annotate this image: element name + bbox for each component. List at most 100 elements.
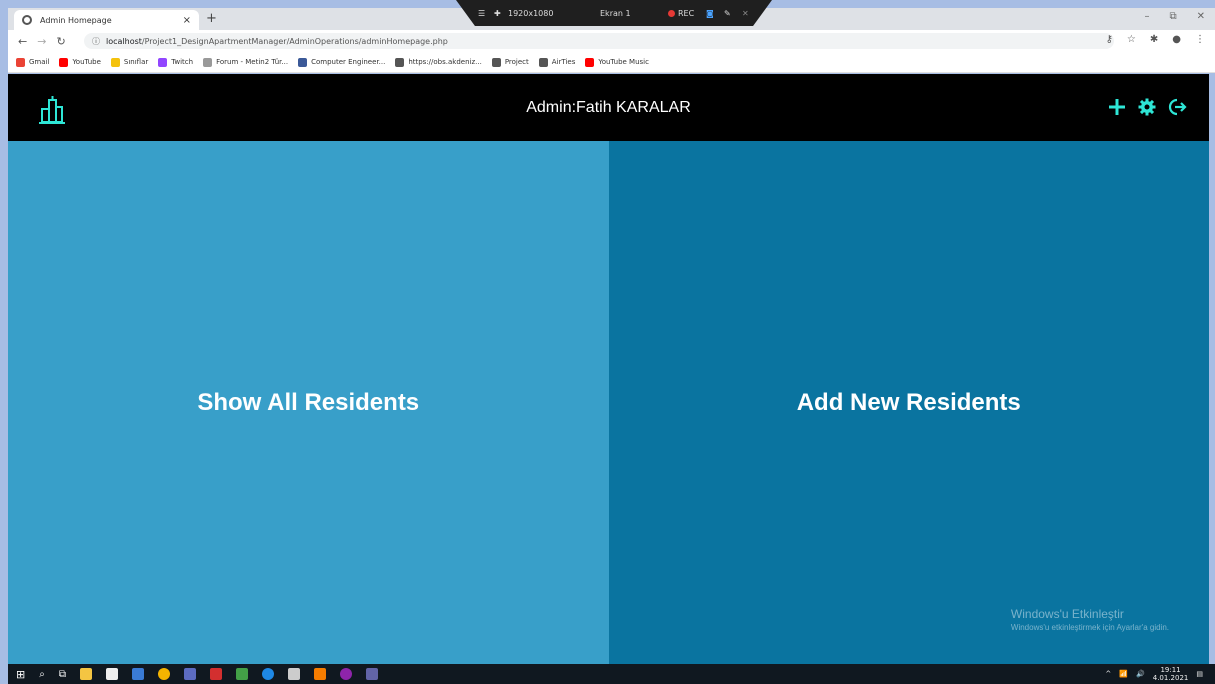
show-all-residents-label: Show All Residents	[197, 388, 420, 416]
close-window-button[interactable]: ✕	[1197, 11, 1205, 22]
pen-icon[interactable]: ✎	[724, 9, 731, 18]
watermark-subtitle: Windows'u etkinleştirmek için Ayarlar'a …	[1010, 623, 1169, 632]
bookmark-item[interactable]: AirTies	[538, 57, 576, 67]
bookmark-label: YouTube	[72, 58, 101, 66]
more-menu-icon[interactable]: ⋮	[1195, 34, 1205, 45]
bookmark-label: AirTies	[551, 58, 576, 66]
app-icon-4[interactable]	[261, 668, 274, 680]
camera-icon[interactable]: ◙	[706, 9, 714, 18]
globe-icon	[22, 15, 32, 25]
bookmark-label: Computer Engineer...	[311, 58, 386, 66]
gear-icon[interactable]	[1137, 97, 1157, 117]
windows-start-icon[interactable]: ⊞	[16, 668, 25, 681]
app-icon-3[interactable]	[235, 668, 248, 680]
address-bar: ← → ↻ ⓘ localhost/Project1_DesignApartme…	[8, 30, 1215, 52]
bookmark-item[interactable]: https://obs.akdeniz...	[395, 57, 482, 67]
windows-taskbar: ⊞ ⌕ ⧉ ^ 📶 🔊 19:11 4.01.2021 ▤	[8, 664, 1215, 684]
volume-icon[interactable]: 🔊	[1136, 670, 1145, 678]
bookmark-label: Forum - Metin2 Tür...	[216, 58, 289, 66]
bookmark-favicon-icon	[158, 57, 168, 67]
recorder-screen: Ekran 1	[600, 8, 631, 18]
logout-icon[interactable]	[1167, 97, 1187, 117]
admin-title: Admin:Fatih KARALAR	[526, 99, 691, 116]
pin-icon[interactable]: ✚	[494, 9, 501, 18]
reload-icon[interactable]: ↻	[56, 35, 65, 48]
tab-title: Admin Homepage	[40, 15, 112, 25]
close-icon[interactable]: ✕	[742, 9, 749, 18]
app-icon-5[interactable]	[287, 668, 300, 680]
app-header: Admin:Fatih KARALAR	[8, 74, 1209, 141]
url-input[interactable]: ⓘ localhost/Project1_DesignApartmentMana…	[84, 33, 1114, 49]
bookmark-favicon-icon	[59, 57, 69, 67]
header-actions	[1107, 97, 1187, 117]
key-icon[interactable]: ⚷	[1106, 34, 1113, 45]
system-tray: ^ 📶 🔊 19:11 4.01.2021 ▤	[1105, 666, 1203, 682]
recorder-toolbar: ☰ ✚ 1920x1080 Ekran 1 REC ◙ ✎ ✕	[456, 0, 772, 26]
bookmark-label: Sınıflar	[123, 58, 149, 66]
url-host: localhost	[106, 36, 142, 46]
record-icon	[668, 9, 675, 17]
chrome-icon[interactable]	[157, 668, 170, 680]
forward-arrow-icon[interactable]: →	[37, 35, 46, 48]
bookmark-label: YouTube Music	[598, 58, 649, 66]
back-arrow-icon[interactable]: ←	[18, 35, 27, 48]
chevron-up-icon[interactable]: ^	[1105, 670, 1111, 678]
bookmark-item[interactable]: Twitch	[158, 57, 194, 67]
close-tab-button[interactable]: ×	[183, 15, 191, 26]
show-all-residents-button[interactable]: Show All Residents	[8, 141, 609, 664]
new-tab-button[interactable]: +	[206, 11, 217, 26]
clock[interactable]: 19:11 4.01.2021	[1153, 666, 1189, 682]
bookmark-item[interactable]: Sınıflar	[110, 57, 149, 67]
bookmark-favicon-icon	[585, 57, 595, 67]
watermark-title: Windows'u Etkinleştir	[1010, 607, 1124, 621]
plus-icon[interactable]	[1107, 97, 1127, 117]
minimize-button[interactable]: –	[1144, 11, 1149, 22]
url-path: /Project1_DesignApartmentManager/AdminOp…	[141, 36, 448, 46]
app-icon[interactable]	[183, 668, 196, 680]
menu-icon[interactable]: ☰	[478, 9, 485, 18]
bookmark-label: Twitch	[171, 58, 194, 66]
clock-time: 19:11	[1160, 666, 1181, 674]
network-icon[interactable]: 📶	[1119, 670, 1128, 678]
bookmark-label: Gmail	[29, 58, 50, 66]
browser-tab[interactable]: Admin Homepage ×	[14, 10, 199, 30]
app-icon-7[interactable]	[339, 668, 352, 680]
bookmark-label: https://obs.akdeniz...	[408, 58, 482, 66]
bookmark-favicon-icon	[298, 57, 308, 67]
bookmark-item[interactable]: Gmail	[16, 57, 50, 67]
restore-button[interactable]: ⧉	[1169, 11, 1176, 22]
avatar[interactable]: ●	[1172, 34, 1181, 45]
teams-icon[interactable]	[365, 668, 378, 680]
record-button[interactable]: REC	[668, 9, 694, 18]
bookmark-item[interactable]: Forum - Metin2 Tür...	[203, 57, 289, 67]
taskbar-apps: ⊞ ⌕ ⧉	[8, 668, 378, 681]
bookmark-item[interactable]: Computer Engineer...	[298, 57, 386, 67]
app-container: Admin:Fatih KARALAR Show All Residents A…	[8, 74, 1209, 664]
main-panels: Show All Residents Add New Residents Win…	[8, 141, 1209, 664]
app-icon-6[interactable]	[313, 668, 326, 680]
mail-icon[interactable]	[131, 668, 144, 680]
bookmark-item[interactable]: YouTube Music	[585, 57, 649, 67]
file-explorer-icon[interactable]	[79, 668, 92, 680]
star-icon[interactable]: ☆	[1127, 34, 1136, 45]
bookmark-item[interactable]: Project	[491, 57, 529, 67]
search-icon[interactable]: ⌕	[39, 669, 45, 680]
windows-activation-watermark: Windows'u Etkinleştir Windows'u etkinleş…	[1011, 607, 1169, 632]
recorder-resolution: 1920x1080	[508, 8, 554, 18]
add-new-residents-label: Add New Residents	[796, 388, 1021, 416]
clock-date: 4.01.2021	[1152, 674, 1189, 682]
bookmark-favicon-icon	[16, 57, 25, 67]
info-icon: ⓘ	[92, 36, 100, 46]
bookmark-favicon-icon	[203, 57, 213, 67]
store-icon[interactable]	[105, 668, 118, 680]
extensions-icon[interactable]: ✱	[1150, 34, 1158, 45]
address-bar-actions: ⚷ ☆ ✱ ● ⋮	[1106, 34, 1205, 45]
bookmark-item[interactable]: YouTube	[59, 57, 101, 67]
add-new-residents-button[interactable]: Add New Residents Windows'u Etkinleştir …	[608, 141, 1209, 664]
task-view-icon[interactable]: ⧉	[59, 669, 66, 680]
bookmark-favicon-icon	[538, 57, 548, 67]
bookmarks-bar: Gmail YouTube Sınıflar Twitch Forum - Metin2…	[8, 52, 1215, 73]
app-icon-2[interactable]	[209, 668, 222, 680]
notification-icon[interactable]: ▤	[1196, 670, 1203, 678]
bookmark-favicon-icon	[110, 57, 120, 67]
